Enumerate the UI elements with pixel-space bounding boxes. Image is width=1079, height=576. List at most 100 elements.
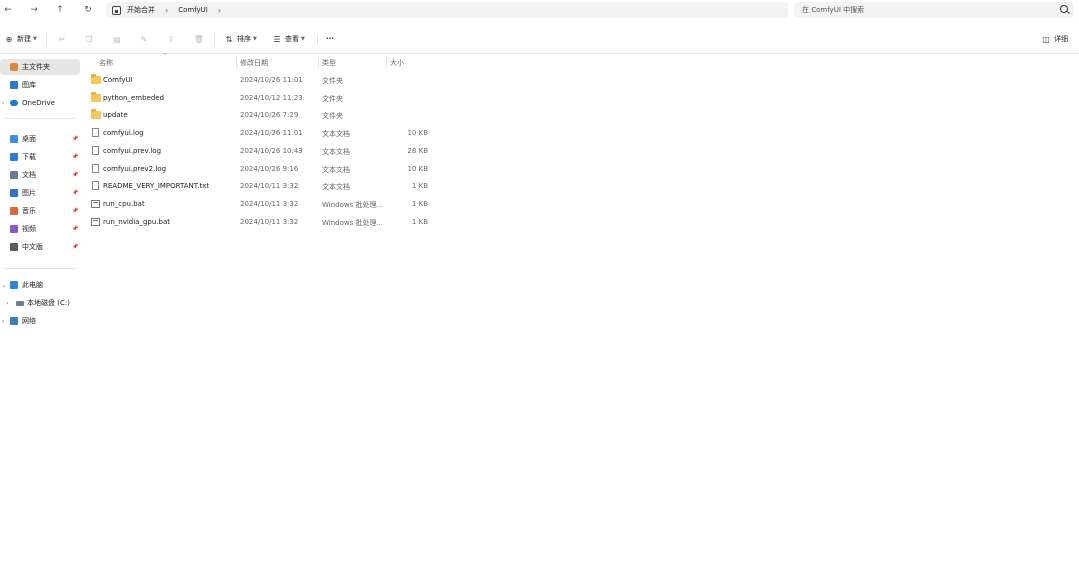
file-row[interactable]: run_cpu.bat 2024/10/11 3:32 Windows 批处理...… — [88, 196, 438, 213]
toolbar-divider — [0, 53, 1079, 54]
file-row[interactable]: comfyui.prev2.log 2024/10/26 9:16 文本文档 10 K… — [88, 161, 438, 178]
file-size: 10 KB — [407, 164, 428, 173]
column-header-date[interactable]: 修改日期 — [240, 56, 268, 70]
sidebar-item-local-disk[interactable]: › 本地磁盘 (C:) — [0, 295, 80, 311]
sidebar-item-label: 下载 — [22, 153, 36, 161]
sidebar-divider — [4, 268, 76, 269]
file-row[interactable]: ComfyUI 2024/10/26 11:01 文件夹 — [88, 72, 438, 89]
sidebar-item-onedrive[interactable]: › OneDrive — [0, 95, 80, 111]
new-button[interactable]: ⊕ 新建 ▼ — [4, 32, 37, 46]
chevron-right-icon[interactable]: › — [6, 300, 8, 307]
more-options-button[interactable]: ··· — [326, 32, 334, 46]
file-type: 文本文档 — [322, 147, 350, 156]
sidebar-item-label: 中文版 — [22, 243, 43, 251]
sidebar-item-quick-access[interactable]: 下载 📌 — [0, 149, 80, 165]
column-resize-handle[interactable] — [236, 57, 237, 69]
scissors-icon: ✂ — [58, 34, 66, 44]
sidebar-item-label: 音乐 — [22, 207, 36, 215]
breadcrumb-home[interactable]: 开始合并 — [127, 5, 155, 15]
pin-icon[interactable]: 📌 — [72, 208, 78, 214]
file-date: 2024/10/26 7:29 — [240, 111, 299, 120]
file-date: 2024/10/26 11:01 — [240, 129, 303, 138]
title-bar: ← → ↑ ↻ 开始合并 › ComfyUI › 在 ComfyUI 中搜索 — [0, 0, 1079, 20]
pin-icon[interactable]: 📌 — [72, 226, 78, 232]
sidebar-item-label: 桌面 — [22, 135, 36, 143]
text-file-icon — [92, 181, 99, 191]
column-header-name[interactable]: 名称 — [99, 56, 113, 70]
chevron-right-icon[interactable]: › — [2, 318, 4, 325]
search-box[interactable]: 在 ComfyUI 中搜索 — [794, 2, 1074, 18]
back-button[interactable]: ← — [0, 2, 16, 18]
search-placeholder[interactable]: 在 ComfyUI 中搜索 — [802, 5, 864, 15]
file-name: run_nvidia_gpu.bat — [103, 217, 170, 226]
column-header-size[interactable]: 大小 — [390, 56, 404, 70]
file-row[interactable]: comfyui.log 2024/10/26 11:01 文本文档 10 KB — [88, 125, 438, 142]
file-row[interactable]: comfyui.prev.log 2024/10/26 10:43 文本文档 28 K… — [88, 143, 438, 160]
gallery-icon — [10, 81, 18, 89]
folder-icon — [10, 207, 18, 215]
details-label: 详细 — [1054, 35, 1068, 43]
file-date: 2024/10/11 3:32 — [240, 199, 299, 208]
file-row[interactable]: README_VERY_IMPORTANT.txt 2024/10/11 3:32… — [88, 178, 438, 195]
sidebar-item-quick-access[interactable]: 文档 📌 — [0, 167, 80, 183]
view-button[interactable]: ☰ 查看 ▼ — [272, 32, 304, 46]
sort-button[interactable]: ⇅ 排序 ▼ — [224, 32, 257, 46]
rename-button[interactable]: ✎ — [139, 32, 149, 46]
sidebar-item-home[interactable]: 主文件夹 — [0, 59, 80, 75]
sort-label: 排序 — [237, 35, 251, 43]
network-icon — [10, 317, 18, 325]
column-header-type[interactable]: 类型 — [322, 56, 336, 70]
sidebar-item-network[interactable]: › 网络 — [0, 313, 80, 329]
refresh-button[interactable]: ↻ — [80, 2, 96, 18]
chevron-right-icon[interactable]: › — [218, 6, 221, 15]
sidebar-item-quick-access[interactable]: 中文版 📌 — [0, 239, 80, 255]
chevron-down-icon[interactable]: ⌄ — [2, 282, 7, 289]
sidebar-item-quick-access[interactable]: 图片 📌 — [0, 185, 80, 201]
file-size: 1 KB — [411, 217, 428, 226]
sidebar-item-quick-access[interactable]: 视频 📌 — [0, 221, 80, 237]
address-bar[interactable]: 开始合并 › ComfyUI › — [106, 2, 788, 18]
file-date: 2024/10/11 3:32 — [240, 182, 299, 191]
separator — [214, 34, 215, 45]
file-row[interactable]: run_nvidia_gpu.bat 2024/10/11 3:32 Windows… — [88, 214, 438, 231]
up-button[interactable]: ↑ — [52, 2, 68, 18]
share-button[interactable]: ⇪ — [166, 32, 176, 46]
file-date: 2024/10/26 9:16 — [240, 164, 299, 173]
breadcrumb-current[interactable]: ComfyUI — [178, 6, 208, 14]
delete-button[interactable]: 🗑 — [194, 32, 204, 46]
pin-icon[interactable]: 📌 — [72, 190, 78, 196]
arrow-up-icon: ↑ — [56, 5, 64, 15]
view-lines-icon: ☰ — [273, 34, 281, 44]
sidebar-item-label: 此电脑 — [22, 281, 43, 289]
forward-button[interactable]: → — [26, 2, 42, 18]
column-size-label: 大小 — [390, 59, 404, 67]
home-icon — [112, 5, 121, 15]
file-type: 文本文档 — [322, 183, 350, 192]
file-name: comfyui.prev2.log — [103, 164, 167, 173]
copy-button[interactable]: ❐ — [84, 32, 94, 46]
file-row[interactable]: update 2024/10/26 7:29 文件夹 — [88, 107, 438, 124]
sidebar-item-quick-access[interactable]: 桌面 📌 — [0, 131, 80, 147]
folder-icon — [91, 109, 101, 120]
sidebar-item-label: 本地磁盘 (C:) — [27, 299, 70, 307]
sidebar-item-this-pc[interactable]: ⌄ 此电脑 — [0, 277, 80, 293]
chevron-right-icon[interactable]: › — [2, 100, 4, 107]
sidebar-item-label: 图片 — [22, 189, 36, 197]
text-file-icon — [92, 145, 99, 155]
column-resize-handle[interactable] — [318, 57, 319, 69]
sidebar-item-quick-access[interactable]: 音乐 📌 — [0, 203, 80, 219]
paste-button[interactable]: ▤ — [112, 32, 122, 46]
pin-icon[interactable]: 📌 — [72, 154, 78, 160]
folder-icon — [10, 243, 18, 251]
details-button[interactable]: ◫ 详细 — [1041, 32, 1068, 46]
sidebar-item-gallery[interactable]: 图库 — [0, 77, 80, 93]
pin-icon[interactable]: 📌 — [72, 172, 78, 178]
chevron-right-icon[interactable]: › — [165, 6, 168, 15]
file-row[interactable]: python_embeded 2024/10/12 11:23 文件夹 — [88, 90, 438, 107]
column-resize-handle[interactable] — [386, 57, 387, 69]
pin-icon[interactable]: 📌 — [72, 244, 78, 250]
cut-button[interactable]: ✂ — [57, 32, 67, 46]
sidebar-item-label: 网络 — [22, 317, 36, 325]
pin-icon[interactable]: 📌 — [72, 136, 78, 142]
sidebar-item-label: 文档 — [22, 171, 36, 179]
